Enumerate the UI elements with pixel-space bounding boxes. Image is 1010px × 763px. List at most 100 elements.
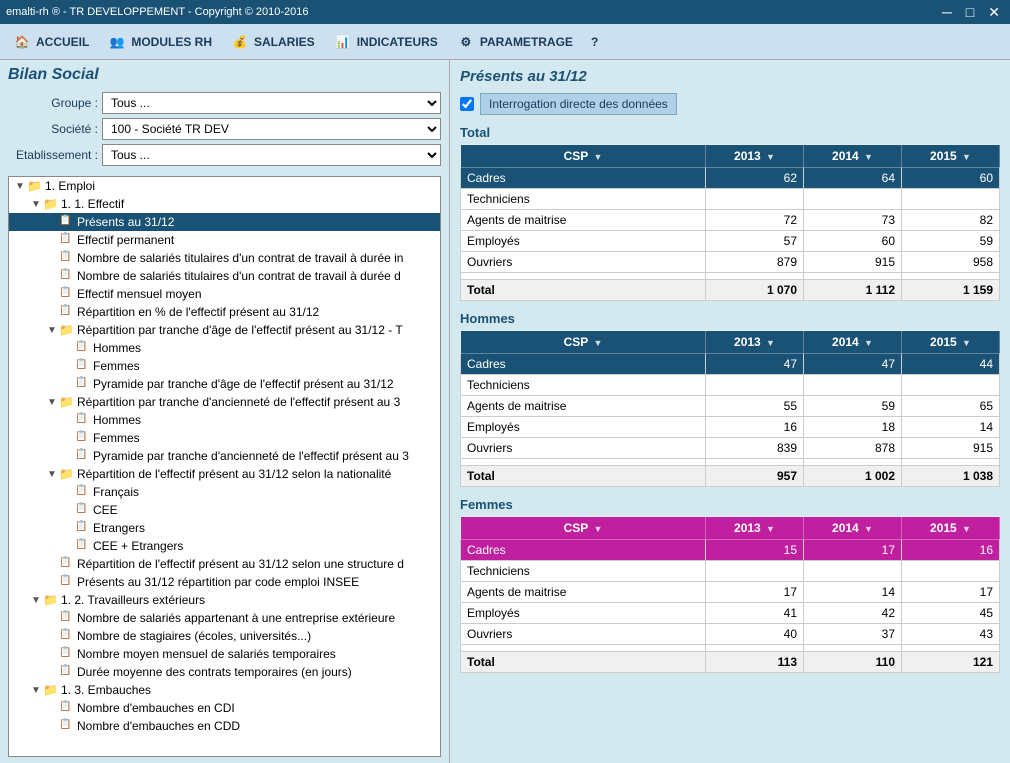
- leaf-icon: 📋: [59, 629, 75, 643]
- folder-icon: 📁: [59, 323, 75, 337]
- close-button[interactable]: ✕: [984, 4, 1004, 21]
- tree-toggle[interactable]: ▼: [31, 685, 43, 696]
- cell-csp: Total: [461, 280, 706, 301]
- cell-csp: Ouvriers: [461, 252, 706, 273]
- tree-item-12[interactable]: 📋Pyramide par tranche d'âge de l'effecti…: [9, 375, 440, 393]
- tree-item-18[interactable]: 📋Français: [9, 483, 440, 501]
- tree-toggle[interactable]: ▼: [31, 199, 43, 210]
- menu-modules-rh[interactable]: 👥 MODULES RH: [99, 28, 220, 56]
- hommes-col-csp: CSP ▼: [461, 331, 706, 354]
- groupe-row: Groupe : Tous ...: [8, 92, 441, 114]
- tree-item-19[interactable]: 📋CEE: [9, 501, 440, 519]
- hommes-section: Hommes CSP ▼ 2013 ▼ 2014 ▼ 2015 ▼ Cadres…: [460, 311, 1000, 487]
- cell-2014: [804, 189, 902, 210]
- tree-item-30[interactable]: 📋Nombre d'embauches en CDI: [9, 699, 440, 717]
- cell-2014: [804, 645, 902, 652]
- menu-modules-label: MODULES RH: [131, 35, 212, 49]
- tree-item-26[interactable]: 📋Nombre de stagiaires (écoles, universit…: [9, 627, 440, 645]
- cell-2015: [902, 189, 1000, 210]
- groupe-select[interactable]: Tous ...: [102, 92, 441, 114]
- tree-item-6[interactable]: 📋Nombre de salariés titulaires d'un cont…: [9, 267, 440, 285]
- main-content: Bilan Social Groupe : Tous ... Société :…: [0, 60, 1010, 763]
- cell-csp: Total: [461, 652, 706, 673]
- tree-toggle[interactable]: ▼: [15, 181, 27, 192]
- tree-container[interactable]: ▼📁1. Emploi▼📁1. 1. Effectif 📋Présents au…: [8, 176, 441, 757]
- etablissement-row: Etablissement : Tous ...: [8, 144, 441, 166]
- cell-2015: 1 038: [902, 466, 1000, 487]
- tree-toggle[interactable]: ▼: [47, 469, 59, 480]
- tree-item-9[interactable]: ▼📁Répartition par tranche d'âge de l'eff…: [9, 321, 440, 339]
- leaf-icon: 📋: [59, 305, 75, 319]
- tree-label: Présents au 31/12: [77, 215, 174, 229]
- leaf-icon: 📋: [59, 269, 75, 283]
- tree-item-17[interactable]: ▼📁Répartition de l'effectif présent au 3…: [9, 465, 440, 483]
- cell-2014: 1 112: [804, 280, 902, 301]
- tree-toggle[interactable]: ▼: [47, 397, 59, 408]
- tree-item-23[interactable]: 📋Présents au 31/12 répartition par code …: [9, 573, 440, 591]
- cell-2015: [902, 561, 1000, 582]
- cell-2015: 16: [902, 540, 1000, 561]
- femmes-table: CSP ▼ 2013 ▼ 2014 ▼ 2015 ▼ Cadres151716T…: [460, 516, 1000, 673]
- tree-item-21[interactable]: 📋CEE + Etrangers: [9, 537, 440, 555]
- tree-label: Nombre de salariés appartenant à une ent…: [77, 611, 395, 625]
- tree-item-31[interactable]: 📋Nombre d'embauches en CDD: [9, 717, 440, 735]
- minimize-button[interactable]: ─: [938, 4, 956, 21]
- tree-item-11[interactable]: 📋Femmes: [9, 357, 440, 375]
- menu-help[interactable]: ?: [583, 31, 606, 53]
- maximize-button[interactable]: □: [962, 4, 978, 21]
- folder-icon: 📁: [43, 197, 59, 211]
- leaf-icon: 📋: [75, 413, 91, 427]
- leaf-icon: 📋: [75, 449, 91, 463]
- tree-label: 1. 3. Embauches: [61, 683, 151, 697]
- cell-csp: Cadres: [461, 540, 706, 561]
- menu-indicateurs[interactable]: 📊 INDICATEURS: [325, 28, 446, 56]
- tree-label: Femmes: [93, 359, 140, 373]
- tree-toggle[interactable]: ▼: [47, 325, 59, 336]
- menu-accueil[interactable]: 🏠 ACCUEIL: [4, 28, 97, 56]
- tree-item-20[interactable]: 📋Etrangers: [9, 519, 440, 537]
- cell-csp: Total: [461, 466, 706, 487]
- tree-item-8[interactable]: 📋Répartition en % de l'effectif présent …: [9, 303, 440, 321]
- cell-csp: Ouvriers: [461, 438, 706, 459]
- etablissement-select[interactable]: Tous ...: [102, 144, 441, 166]
- tree-item-5[interactable]: 📋Nombre de salariés titulaires d'un cont…: [9, 249, 440, 267]
- tree-item-7[interactable]: 📋Effectif mensuel moyen: [9, 285, 440, 303]
- tree-item-22[interactable]: 📋Répartition de l'effectif présent au 31…: [9, 555, 440, 573]
- tree-item-1[interactable]: ▼📁1. Emploi: [9, 177, 440, 195]
- tree-item-27[interactable]: 📋Nombre moyen mensuel de salariés tempor…: [9, 645, 440, 663]
- tree-item-2[interactable]: ▼📁1. 1. Effectif: [9, 195, 440, 213]
- tree-item-14[interactable]: 📋Hommes: [9, 411, 440, 429]
- cell-2014: 37: [804, 624, 902, 645]
- cell-csp: Agents de maitrise: [461, 582, 706, 603]
- cell-2014: 110: [804, 652, 902, 673]
- folder-icon: 📁: [27, 179, 43, 193]
- tree-item-29[interactable]: ▼📁1. 3. Embauches: [9, 681, 440, 699]
- tree-item-4[interactable]: 📋Effectif permanent: [9, 231, 440, 249]
- tree-label: CEE: [93, 503, 118, 517]
- tree-item-15[interactable]: 📋Femmes: [9, 429, 440, 447]
- tree-item-13[interactable]: ▼📁Répartition par tranche d'ancienneté d…: [9, 393, 440, 411]
- menu-parametrage[interactable]: ⚙ PARAMETRAGE: [448, 28, 581, 56]
- folder-icon: 📁: [43, 593, 59, 607]
- cell-2014: 14: [804, 582, 902, 603]
- tree-item-28[interactable]: 📋Durée moyenne des contrats temporaires …: [9, 663, 440, 681]
- menu-accueil-label: ACCUEIL: [36, 35, 89, 49]
- menu-salaries[interactable]: 💰 SALARIES: [222, 28, 323, 56]
- tree-label: Pyramide par tranche d'ancienneté de l'e…: [93, 449, 409, 463]
- interrogation-checkbox[interactable]: [460, 97, 474, 111]
- leaf-icon: 📋: [59, 557, 75, 571]
- tree-item-24[interactable]: ▼📁1. 2. Travailleurs extérieurs: [9, 591, 440, 609]
- tree-label: Nombre d'embauches en CDD: [77, 719, 240, 733]
- femmes-title: Femmes: [460, 497, 1000, 512]
- folder-icon: 📁: [59, 467, 75, 481]
- societe-select[interactable]: 100 - Société TR DEV: [102, 118, 441, 140]
- cell-2014: 59: [804, 396, 902, 417]
- tree-item-3[interactable]: 📋Présents au 31/12: [9, 213, 440, 231]
- femmes-col-2015: 2015 ▼: [902, 517, 1000, 540]
- tree-toggle[interactable]: ▼: [31, 595, 43, 606]
- tree-item-25[interactable]: 📋Nombre de salariés appartenant à une en…: [9, 609, 440, 627]
- tree-item-16[interactable]: 📋Pyramide par tranche d'ancienneté de l'…: [9, 447, 440, 465]
- tree-item-10[interactable]: 📋Hommes: [9, 339, 440, 357]
- cell-2013: 47: [706, 354, 804, 375]
- total-col-2014: 2014 ▼: [804, 145, 902, 168]
